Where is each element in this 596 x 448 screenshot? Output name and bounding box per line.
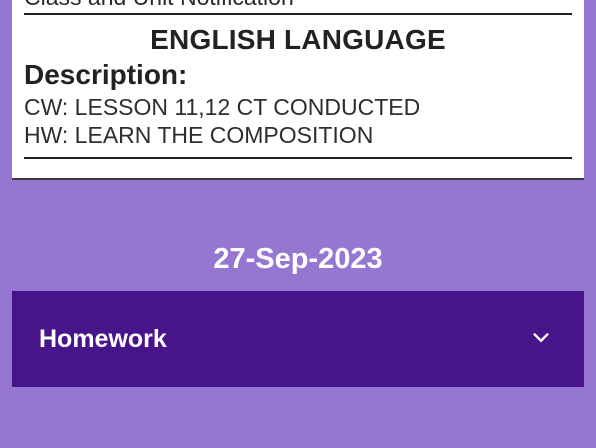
subject-title: ENGLISH LANGUAGE: [150, 24, 446, 55]
description-line-hw: HW: LEARN THE COMPOSITION: [24, 122, 374, 148]
card-partial-text: Class and Unit Notification: [24, 0, 294, 11]
description-line-cw: CW: LESSON 11,12 CT CONDUCTED: [24, 94, 421, 120]
chevron-down-icon[interactable]: [530, 327, 552, 349]
homework-accordion[interactable]: Homework: [12, 291, 584, 387]
card-divider-top: [24, 13, 572, 15]
card-divider-bottom: [24, 157, 572, 159]
homework-card: Class and Unit Notification ENGLISH LANG…: [12, 0, 584, 180]
accordion-label: Homework: [39, 325, 167, 353]
page: Class and Unit Notification ENGLISH LANG…: [0, 0, 596, 448]
date-header: 27-Sep-2023: [213, 243, 383, 275]
description-label: Description:: [24, 59, 188, 90]
